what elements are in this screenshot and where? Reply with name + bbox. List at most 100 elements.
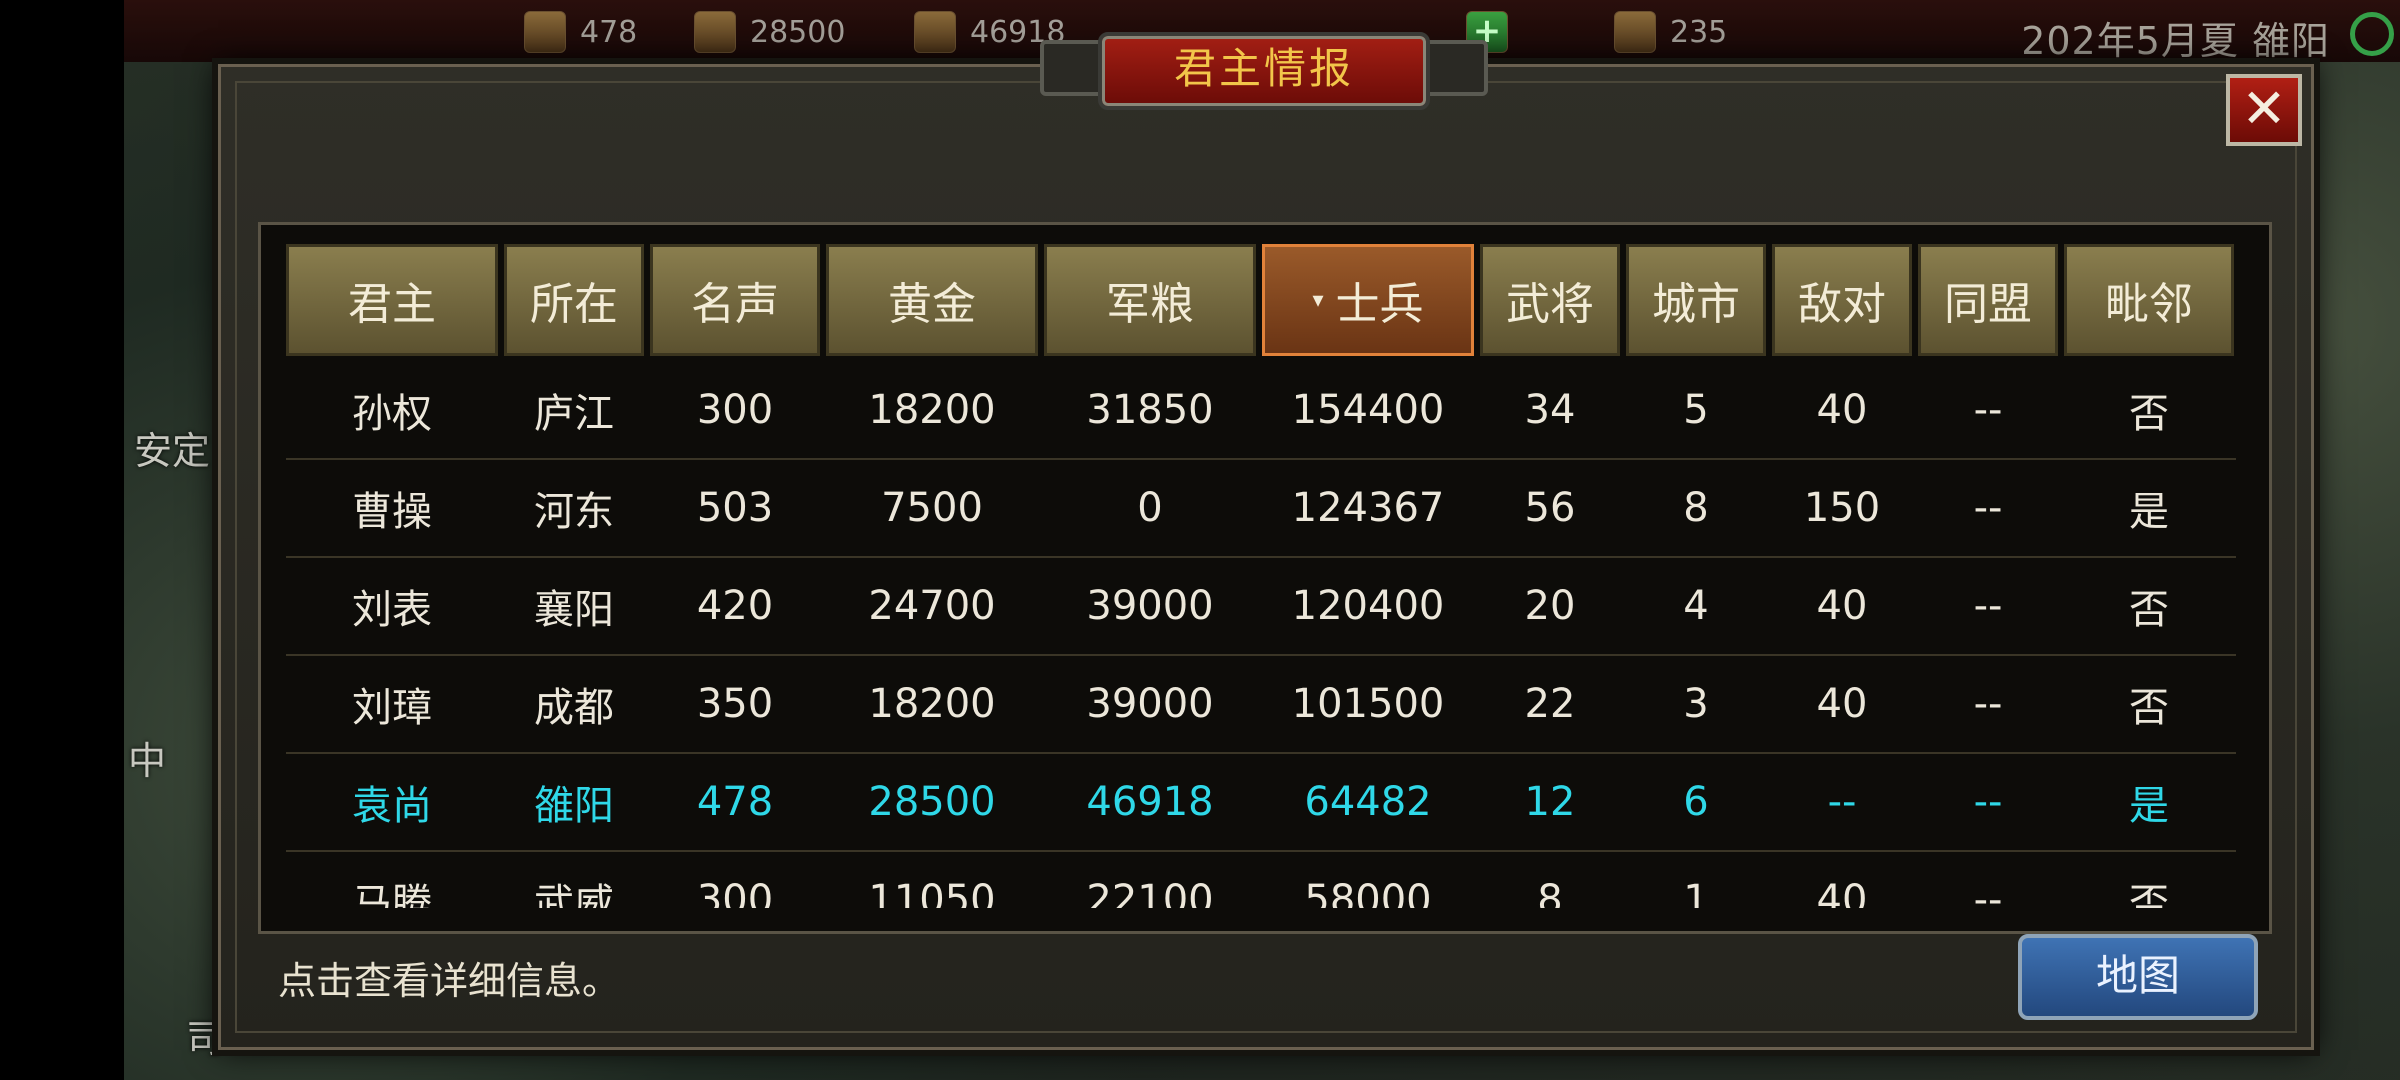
cell-gold: 28500 — [868, 779, 996, 825]
book-icon — [1614, 11, 1656, 53]
header-gold[interactable]: 黄金 — [826, 244, 1038, 356]
cell-generals: 8 — [1537, 877, 1563, 908]
header-label: 黄金 — [888, 279, 976, 330]
header-label: 武将 — [1506, 279, 1594, 330]
resource-value: 235 — [1670, 14, 1728, 50]
table-row[interactable]: 曹操 河东 503 7500 0 124367 56 8 150 -- 是 — [286, 460, 2236, 558]
dialog-title: 君主情报 — [1098, 32, 1430, 110]
cell-lord: 孙权 — [352, 391, 432, 437]
header-hostile[interactable]: 敌对 — [1772, 244, 1912, 356]
cell-reputation: 420 — [696, 583, 774, 629]
cell-reputation: 478 — [696, 779, 774, 825]
cell-adjacent: 是 — [2129, 489, 2169, 535]
cell-alliance: -- — [1973, 779, 2003, 825]
cell-hostile: 150 — [1803, 485, 1881, 531]
table-row[interactable]: 马腾 武威 300 11050 22100 58000 8 1 40 -- 否 — [286, 852, 2236, 908]
header-label: 同盟 — [1944, 279, 2032, 330]
cell-alliance: -- — [1973, 485, 2003, 531]
resource-reputation[interactable]: 478 — [524, 11, 638, 53]
header-cities[interactable]: 城市 — [1626, 244, 1766, 356]
network-status-icon[interactable] — [2350, 12, 2394, 56]
cell-soldiers: 58000 — [1304, 877, 1432, 908]
cell-gold: 24700 — [868, 583, 996, 629]
table-row[interactable]: 刘表 襄阳 420 24700 39000 120400 20 4 40 -- … — [286, 558, 2236, 656]
cell-food: 31850 — [1086, 387, 1214, 433]
cell-location: 成都 — [534, 685, 614, 731]
cell-reputation: 300 — [696, 387, 774, 433]
map-label-zhong[interactable]: 中 — [128, 730, 166, 785]
cell-generals: 20 — [1524, 583, 1576, 629]
cell-cities: 5 — [1683, 387, 1709, 433]
cell-gold: 18200 — [868, 681, 996, 727]
cell-location: 河东 — [534, 489, 614, 535]
resource-value: 478 — [580, 14, 638, 50]
cell-alliance: -- — [1973, 877, 2003, 908]
header-food[interactable]: 军粮 — [1044, 244, 1256, 356]
header-label: 敌对 — [1798, 279, 1886, 330]
cell-generals: 34 — [1524, 387, 1576, 433]
cell-food: 46918 — [1086, 779, 1214, 825]
header-reputation[interactable]: 名声 — [650, 244, 820, 356]
cell-soldiers: 124367 — [1291, 485, 1445, 531]
cell-cities: 6 — [1683, 779, 1709, 825]
header-label: 名声 — [691, 279, 779, 330]
cell-soldiers: 64482 — [1304, 779, 1432, 825]
cell-soldiers: 154400 — [1291, 387, 1445, 433]
table-header: 君主 所在 名声 黄金 军粮 ▾ 士兵 武将 城市 敌对 同盟 毗邻 — [286, 244, 2234, 356]
cell-soldiers: 101500 — [1291, 681, 1445, 727]
header-alliance[interactable]: 同盟 — [1918, 244, 2058, 356]
cell-adjacent: 否 — [2129, 881, 2169, 908]
resource-value: 28500 — [750, 14, 846, 50]
map-button[interactable]: 地图 — [2018, 934, 2258, 1020]
cell-food: 22100 — [1086, 877, 1214, 908]
cell-location: 襄阳 — [534, 587, 614, 633]
table-body: 孙权 庐江 300 18200 31850 154400 34 5 40 -- … — [286, 362, 2236, 908]
table-row[interactable]: 刘璋 成都 350 18200 39000 101500 22 3 40 -- … — [286, 656, 2236, 754]
cell-location: 庐江 — [534, 391, 614, 437]
header-adjacent[interactable]: 毗邻 — [2064, 244, 2234, 356]
cell-gold: 18200 — [868, 387, 996, 433]
cell-cities: 8 — [1683, 485, 1709, 531]
cell-lord: 马腾 — [352, 881, 432, 908]
cell-food: 39000 — [1086, 583, 1214, 629]
cell-alliance: -- — [1973, 681, 2003, 727]
header-lord[interactable]: 君主 — [286, 244, 498, 356]
close-button[interactable]: ✕ — [2226, 74, 2302, 146]
cell-reputation: 350 — [696, 681, 774, 727]
cell-cities: 1 — [1683, 877, 1709, 908]
sort-desc-icon: ▾ — [1312, 287, 1324, 313]
resource-gold[interactable]: 28500 — [694, 11, 846, 53]
footer-hint: 点击查看详细信息。 — [278, 959, 621, 1003]
header-generals[interactable]: 武将 — [1480, 244, 1620, 356]
map-label-anding[interactable]: 安定 — [134, 420, 210, 475]
table-row-self[interactable]: 袁尚 雒阳 478 28500 46918 64482 12 6 -- -- 是 — [286, 754, 2236, 852]
header-label: 毗邻 — [2105, 279, 2193, 330]
header-label: 君主 — [348, 279, 436, 330]
cell-location: 雒阳 — [534, 783, 614, 829]
cell-adjacent: 否 — [2129, 391, 2169, 437]
header-label: 城市 — [1652, 279, 1740, 330]
header-location[interactable]: 所在 — [504, 244, 644, 356]
cell-generals: 56 — [1524, 485, 1576, 531]
header-label: 军粮 — [1106, 279, 1194, 330]
cell-lord: 曹操 — [352, 489, 432, 535]
cell-hostile: 40 — [1816, 877, 1868, 908]
cell-adjacent: 是 — [2129, 783, 2169, 829]
resource-book[interactable]: 235 — [1614, 11, 1728, 53]
cell-adjacent: 否 — [2129, 685, 2169, 731]
cell-reputation: 300 — [696, 877, 774, 908]
cell-gold: 11050 — [868, 877, 996, 908]
header-soldiers[interactable]: ▾ 士兵 — [1262, 244, 1474, 356]
cell-food: 0 — [1137, 485, 1163, 531]
table-row[interactable]: 孙权 庐江 300 18200 31850 154400 34 5 40 -- … — [286, 362, 2236, 460]
header-label: 士兵 — [1335, 279, 1424, 330]
header-label: 所在 — [530, 279, 618, 330]
cell-food: 39000 — [1086, 681, 1214, 727]
cell-generals: 12 — [1524, 779, 1576, 825]
cell-hostile: 40 — [1816, 387, 1868, 433]
cell-lord: 刘璋 — [352, 685, 432, 731]
gold-icon — [694, 11, 736, 53]
cell-alliance: -- — [1973, 583, 2003, 629]
cell-cities: 3 — [1683, 681, 1709, 727]
left-black-bar — [0, 0, 124, 1080]
